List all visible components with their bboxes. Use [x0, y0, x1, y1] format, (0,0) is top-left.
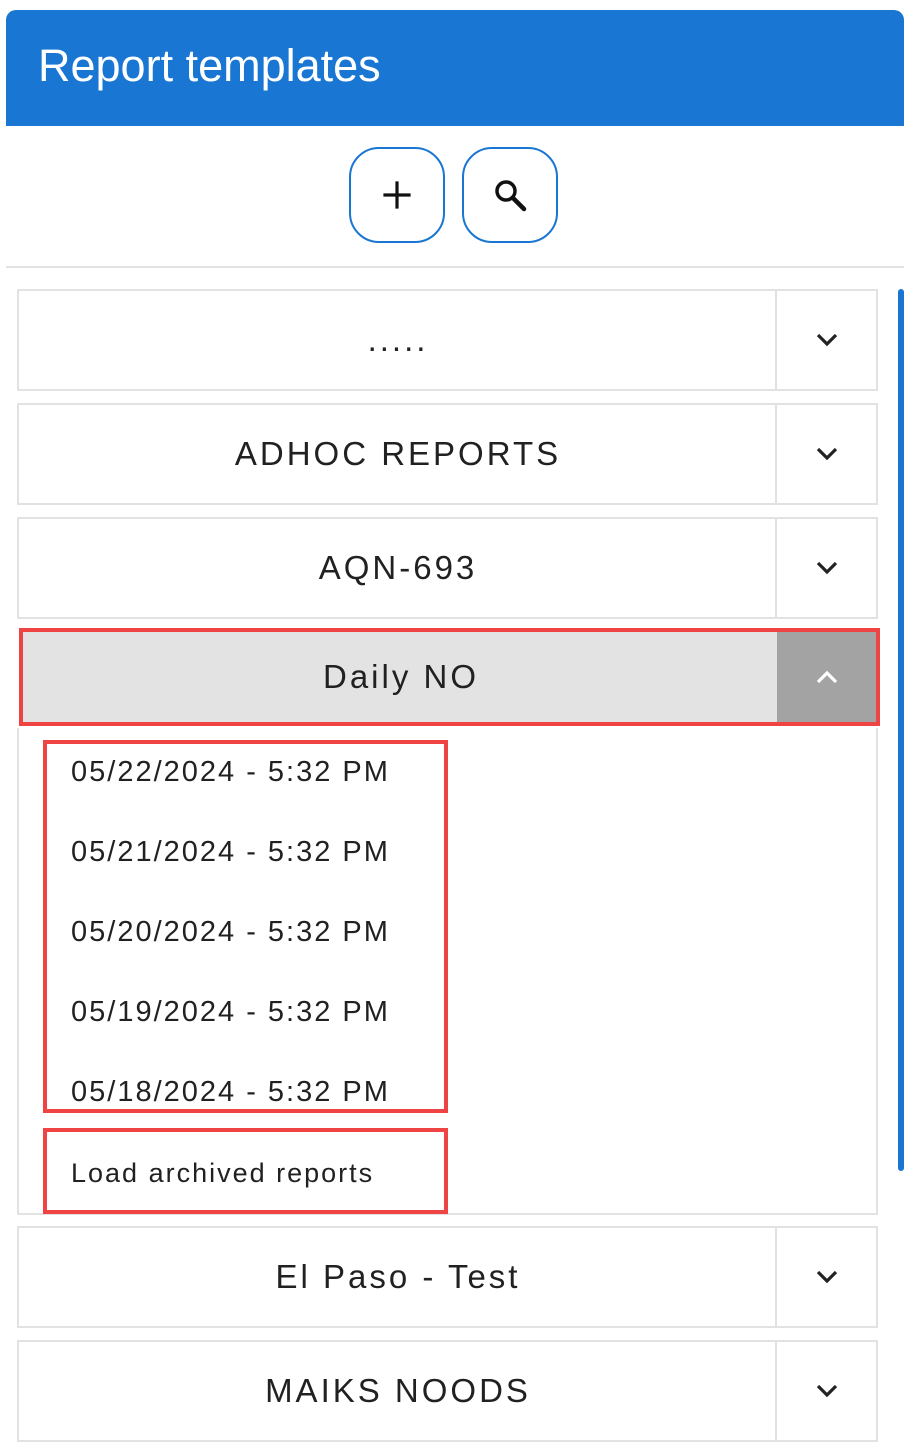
report-item[interactable]: 05/21/2024 - 5:32 PM — [71, 835, 390, 869]
expand-toggle[interactable] — [775, 291, 876, 389]
chevron-up-icon — [816, 670, 837, 684]
group-label: AQN-693 — [318, 549, 478, 586]
template-group[interactable]: AQN-693 — [17, 517, 878, 619]
search-icon — [495, 180, 527, 212]
report-item[interactable]: 05/20/2024 - 5:32 PM — [71, 915, 390, 949]
group-label: ..... — [367, 321, 429, 358]
chevron-down-icon — [816, 447, 837, 461]
panel-title: Report templates — [38, 40, 381, 91]
report-item[interactable]: 05/19/2024 - 5:32 PM — [71, 995, 390, 1029]
report-item[interactable]: 05/18/2024 - 5:32 PM — [71, 1075, 390, 1109]
load-archived-reports-link[interactable]: Load archived reports — [71, 1157, 374, 1189]
group-label: ADHOC REPORTS — [234, 435, 562, 472]
expand-toggle[interactable] — [775, 1342, 876, 1440]
chevron-down-icon — [816, 1384, 837, 1398]
panel-header: Report templates — [6, 10, 904, 126]
plus-icon — [383, 181, 411, 209]
chevron-down-icon — [816, 561, 837, 575]
template-group[interactable]: ..... — [17, 289, 878, 391]
report-item[interactable]: 05/22/2024 - 5:32 PM — [71, 755, 390, 789]
template-group[interactable]: MAIKS NOODS — [17, 1340, 878, 1442]
expand-toggle[interactable] — [775, 405, 876, 503]
toolbar-divider — [6, 266, 904, 268]
template-group[interactable]: El Paso - Test — [17, 1226, 878, 1328]
search-button[interactable] — [462, 147, 558, 243]
chevron-down-icon — [816, 1270, 837, 1284]
collapse-toggle[interactable] — [777, 632, 876, 722]
group-label: MAIKS NOODS — [265, 1372, 531, 1409]
add-template-button[interactable] — [349, 147, 445, 243]
chevron-down-icon — [816, 333, 837, 347]
scrollbar[interactable] — [898, 289, 904, 1171]
group-label: Daily NO — [322, 658, 480, 695]
template-group[interactable]: ADHOC REPORTS — [17, 403, 878, 505]
expand-toggle[interactable] — [775, 1228, 876, 1326]
expand-toggle[interactable] — [775, 519, 876, 617]
group-label: El Paso - Test — [275, 1258, 521, 1295]
template-group-expanded[interactable]: Daily NO — [19, 628, 880, 726]
